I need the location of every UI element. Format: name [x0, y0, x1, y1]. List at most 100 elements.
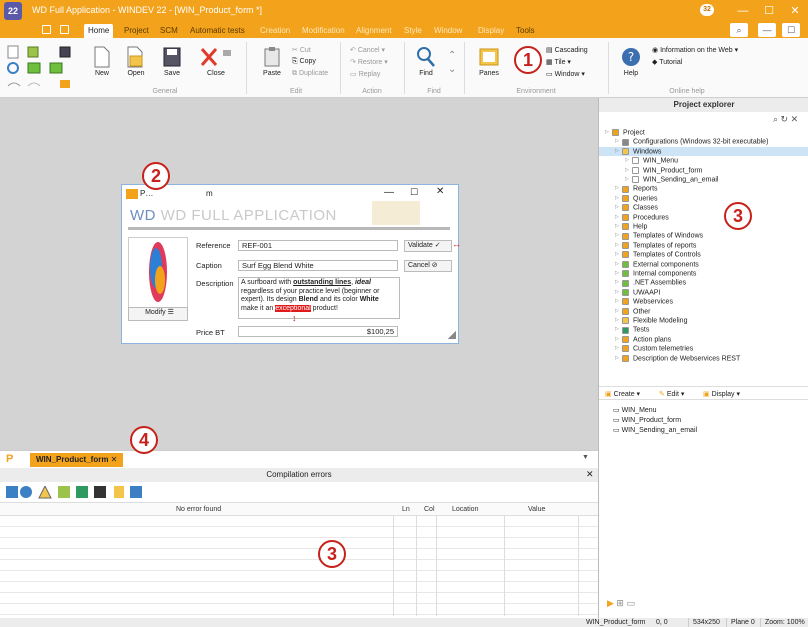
tree-item[interactable]: ▷ Flexible Modeling — [599, 316, 808, 325]
tabs-dropdown-icon[interactable]: ▼ — [582, 454, 589, 461]
information-web-item[interactable]: ◉ Information on the Web ▾ — [652, 46, 738, 54]
expand-arrow-icon[interactable]: ▷ — [615, 213, 622, 222]
col-ln[interactable]: Ln — [402, 503, 410, 517]
minimize-button[interactable]: — — [730, 0, 756, 22]
tree-item[interactable]: ▷ Project — [599, 128, 808, 137]
tree-item[interactable]: ▷ Templates of Windows — [599, 231, 808, 240]
chevron-up-icon[interactable]: ⌃ — [448, 50, 456, 61]
tab-scm[interactable]: SCM — [156, 24, 182, 38]
caption-field[interactable]: Surf Egg Blend White — [238, 260, 398, 271]
tree-item[interactable]: ▷ Windows — [599, 146, 808, 157]
tree-item[interactable]: ▷ Templates of reports — [599, 241, 808, 250]
list-item[interactable]: ▭ WIN_Menu — [613, 406, 657, 414]
expand-arrow-icon[interactable]: ▷ — [615, 307, 622, 316]
table-row[interactable] — [0, 593, 598, 604]
dialog-minimize-icon[interactable]: — — [384, 187, 394, 198]
table-row[interactable] — [0, 582, 598, 593]
cut-item[interactable]: ✂ Cut — [292, 46, 311, 54]
expand-arrow-icon[interactable]: ▷ — [615, 241, 622, 250]
expand-arrow-icon[interactable]: ▷ — [615, 335, 622, 344]
cascading-item[interactable]: ▤ Cascading — [546, 46, 588, 54]
modify-button[interactable]: Modify ☰ — [128, 307, 188, 321]
tree-item[interactable]: ▷ UWAAPI — [599, 288, 808, 297]
replay-action-item[interactable]: ▭ Replay — [350, 70, 380, 78]
cancel-action-item[interactable]: ↶ Cancel ▾ — [350, 46, 385, 54]
quick-tools-icon[interactable] — [6, 44, 78, 90]
tree-item[interactable]: ▷ Custom telemetries — [599, 344, 808, 353]
chevron-down-icon[interactable]: ⌄ — [448, 64, 456, 75]
tab-home[interactable]: Home — [84, 24, 114, 38]
tab-window[interactable]: Window — [430, 24, 466, 38]
tutorial-item[interactable]: ◆ Tutorial — [652, 58, 682, 66]
expand-arrow-icon[interactable]: ▷ — [625, 156, 632, 165]
tab-win-product-form[interactable]: WIN_Product_form ✕ — [30, 453, 124, 467]
find-button[interactable]: Find — [412, 46, 440, 77]
table-row[interactable] — [0, 527, 598, 538]
create-button[interactable]: ▣ Create ▾ — [605, 390, 640, 398]
list-item[interactable]: ▭ WIN_Product_form — [613, 416, 681, 424]
tab-automatic-tests[interactable]: Automatic tests — [186, 24, 249, 38]
tree-item[interactable]: ▷ Action plans — [599, 335, 808, 344]
tree-item[interactable]: ▷ Configurations (Windows 32-bit executab… — [599, 137, 808, 146]
expand-arrow-icon[interactable]: ▷ — [615, 344, 622, 353]
tree-item[interactable]: ▷ Reports — [599, 184, 808, 193]
tab-creation[interactable]: Creation — [256, 24, 294, 38]
tree-item[interactable]: ▷ Templates of Controls — [599, 250, 808, 259]
new-button[interactable]: New — [88, 46, 116, 77]
expand-arrow-icon[interactable]: ▷ — [615, 325, 622, 334]
expand-arrow-icon[interactable]: ▷ — [615, 184, 622, 193]
expand-arrow-icon[interactable]: ▷ — [615, 278, 622, 287]
help-button[interactable]: ? Help — [618, 46, 644, 77]
resize-grip-icon[interactable] — [448, 331, 456, 339]
tree-item[interactable]: ▷ Classes — [599, 203, 808, 212]
restore-action-item[interactable]: ↷ Restore ▾ — [350, 58, 388, 66]
expand-arrow-icon[interactable]: ▷ — [615, 147, 622, 156]
tree-item[interactable]: ▷ WIN_Sending_an_email — [599, 175, 808, 184]
expand-arrow-icon[interactable]: ▷ — [615, 137, 622, 146]
expand-arrow-icon[interactable]: ▷ — [615, 222, 622, 231]
expand-arrow-icon[interactable]: ▷ — [615, 250, 622, 259]
tab-project[interactable]: Project — [120, 24, 153, 38]
table-row[interactable] — [0, 571, 598, 582]
product-form-window[interactable]: P… m — ☐ ✕ WD WD FULL APPLICATION Modify… — [121, 184, 461, 344]
tree-item[interactable]: ▷ Help — [599, 222, 808, 231]
expand-arrow-icon[interactable]: ▷ — [615, 288, 622, 297]
open-button[interactable]: Open — [122, 46, 150, 77]
tree-item[interactable]: ▷ Tests — [599, 325, 808, 334]
table-row[interactable] — [0, 560, 598, 571]
col-value[interactable]: Value — [528, 503, 545, 517]
col-col[interactable]: Col — [424, 503, 435, 517]
dialog-maximize-icon[interactable]: ☐ — [410, 187, 418, 198]
expand-arrow-icon[interactable]: ▷ — [615, 260, 622, 269]
pane-close-icon[interactable]: ✕ — [586, 469, 594, 480]
validate-button[interactable]: Validate ✓ — [404, 240, 452, 252]
tree-item[interactable]: ▷ WIN_Menu — [599, 156, 808, 165]
explorer-search-icon[interactable]: ⌕ ↻ ✕ — [773, 114, 798, 125]
window-item[interactable]: ▭ Window ▾ — [546, 70, 585, 78]
save-button[interactable]: Save — [158, 46, 186, 77]
edit-button[interactable]: ✎ Edit ▾ — [659, 390, 684, 398]
table-row[interactable] — [0, 604, 598, 615]
close-button[interactable]: Close — [196, 46, 236, 77]
paste-button[interactable]: Paste — [258, 46, 286, 77]
ribbon-restore-button[interactable]: ☐ — [782, 23, 800, 37]
description-field[interactable]: A surfboard with outstanding lines, idea… — [238, 277, 400, 319]
expand-arrow-icon[interactable]: ▷ — [625, 175, 632, 184]
col-no-error[interactable]: No error found — [176, 503, 221, 517]
duplicate-item[interactable]: ⧉ Duplicate — [292, 70, 328, 78]
expand-arrow-icon[interactable]: ▷ — [615, 354, 622, 363]
close-window-button[interactable]: ✕ — [782, 0, 808, 22]
cancel-button[interactable]: Cancel ⊘ — [404, 260, 452, 272]
tile-item[interactable]: ▦ Tile ▾ — [546, 58, 571, 66]
tree-item[interactable]: ▷ Other — [599, 307, 808, 316]
tree-item[interactable]: ▷ External components — [599, 260, 808, 269]
tree-item[interactable]: ▷ .NET Assemblies — [599, 278, 808, 287]
tab-alignment[interactable]: Alignment — [352, 24, 396, 38]
expand-arrow-icon[interactable]: ▷ — [615, 231, 622, 240]
copy-item[interactable]: ⎘ Copy — [292, 58, 316, 66]
tree-item[interactable]: ▷ WIN_Product_form — [599, 166, 808, 175]
expand-arrow-icon[interactable]: ▷ — [615, 269, 622, 278]
reference-field[interactable]: REF-001 — [238, 240, 398, 251]
panes-button[interactable]: Panes — [474, 46, 504, 77]
tab-modification[interactable]: Modification — [298, 24, 349, 38]
